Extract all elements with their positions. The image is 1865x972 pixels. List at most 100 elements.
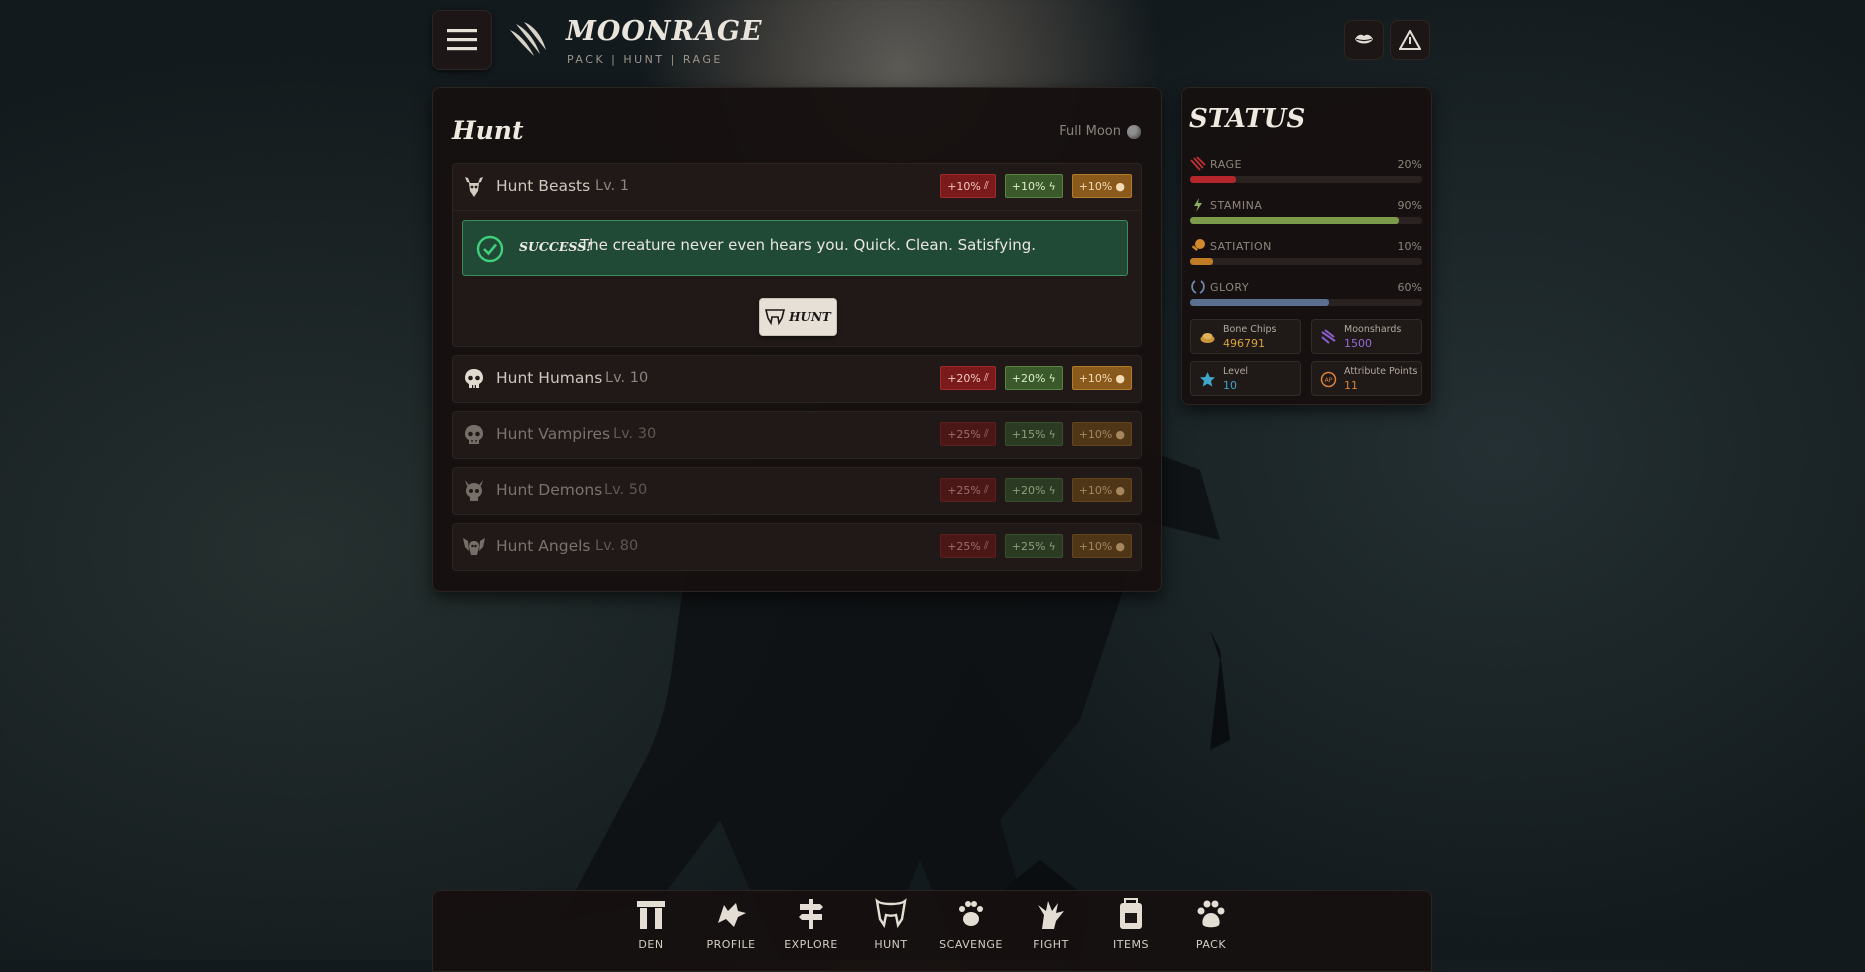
attribute-points-card[interactable]: AP Attribute Points 11 — [1311, 361, 1422, 396]
menu-button[interactable] — [432, 10, 492, 70]
stat-label: STAMINA — [1210, 199, 1263, 212]
nav-items[interactable]: ITEMS — [1096, 897, 1166, 957]
hunt-row-vampires[interactable]: Hunt Vampires Lv. 30 +25% ⫽ +15% ϟ +10% ● — [452, 411, 1142, 459]
bone-chips-card: Bone Chips 496791 — [1190, 319, 1301, 354]
stat-bar — [1190, 299, 1422, 306]
hunt-name: Hunt Humans — [496, 369, 603, 387]
vampire-skull-icon — [465, 425, 483, 444]
hunt-level: Lv. 30 — [613, 426, 657, 442]
skull-icon — [465, 369, 483, 388]
hunt-name: Hunt Demons — [496, 481, 603, 499]
alert-button[interactable] — [1390, 20, 1430, 60]
claw-slash-icon: ⫽ — [983, 371, 989, 384]
meat-icon: ● — [1115, 427, 1125, 441]
stat-bar-fill — [1190, 217, 1399, 224]
nav-explore[interactable]: EXPLORE — [776, 897, 846, 957]
lightning-icon: ϟ — [1048, 427, 1056, 441]
nav-label: EXPLORE — [784, 938, 838, 951]
satiation-badge: +10% ● — [1071, 422, 1132, 446]
hunt-name: Hunt Vampires — [496, 425, 611, 443]
hunt-rewards: +25% ⫽ +20% ϟ +10% ● — [940, 478, 1132, 502]
hunt-row-angels[interactable]: Hunt Angels Lv. 80 +25% ⫽ +25% ϟ +10% ● — [452, 523, 1142, 571]
backpack-icon — [1120, 898, 1142, 929]
nav-label: SCAVENGE — [939, 938, 1003, 951]
stat-value: 10% — [1397, 240, 1422, 253]
stat-bar-fill — [1190, 299, 1330, 306]
fangs-icon — [765, 309, 786, 325]
result-message: The creature never even hears you. Quick… — [580, 236, 1037, 254]
moonshard-icon — [1321, 329, 1336, 344]
hunt-result-banner: SUCCESS! The creature never even hears y… — [462, 220, 1128, 276]
hunt-rewards: +25% ⫽ +25% ϟ +10% ● — [940, 534, 1132, 558]
satiation-badge: +10% ● — [1071, 534, 1132, 558]
lightning-icon: ϟ — [1048, 371, 1056, 385]
hunt-button[interactable]: HUNT — [759, 298, 837, 336]
hunt-row-demons[interactable]: Hunt Demons Lv. 50 +25% ⫽ +20% ϟ +10% ● — [452, 467, 1142, 515]
moon-phase-indicator: Full Moon — [1059, 124, 1141, 139]
resource-label: Attribute Points — [1344, 366, 1418, 377]
check-circle-icon — [476, 235, 504, 263]
top-bar: MOONRAGE PACK | HUNT | RAGE — [432, 10, 1430, 70]
lips-icon — [1355, 34, 1373, 44]
rage-badge: +25% ⫽ — [940, 478, 996, 502]
nav-den[interactable]: DEN — [616, 897, 686, 957]
rage-badge: +25% ⫽ — [940, 422, 996, 446]
nav-hunt[interactable]: HUNT — [856, 897, 926, 957]
nav-profile[interactable]: PROFILE — [696, 897, 766, 957]
satiation-badge: +10% ● — [1071, 478, 1132, 502]
stat-value: 60% — [1397, 281, 1422, 294]
angel-wings-icon — [463, 538, 485, 555]
stag-skull-icon — [465, 177, 483, 197]
satiation-badge: +10% ● — [1071, 366, 1132, 390]
nav-label: DEN — [638, 938, 664, 951]
claw-slash-icon: ⫽ — [983, 179, 989, 192]
laurel-icon — [1191, 280, 1205, 294]
nav-label: ITEMS — [1113, 938, 1149, 951]
meat-icon: ● — [1115, 371, 1125, 385]
stamina-badge: +20% ϟ — [1004, 366, 1063, 390]
paw-scratch-icon — [959, 901, 983, 926]
nav-pack[interactable]: PACK — [1176, 897, 1246, 957]
dolmen-icon — [637, 901, 665, 929]
nav-label: HUNT — [874, 938, 908, 951]
hunt-level: Lv. 80 — [595, 538, 639, 554]
satiation-badge: +10% ● — [1071, 174, 1132, 198]
kiss-button[interactable] — [1344, 20, 1384, 60]
bone-chips-icon — [1200, 333, 1215, 343]
stat-bar-fill — [1190, 176, 1237, 183]
stat-label: RAGE — [1210, 158, 1243, 171]
nav-label: FIGHT — [1033, 938, 1069, 951]
stat-bar — [1190, 217, 1422, 224]
meat-icon: ● — [1115, 539, 1125, 553]
meat-icon: ● — [1115, 179, 1125, 193]
resource-value: 496791 — [1223, 337, 1265, 350]
stamina-badge: +10% ϟ — [1004, 174, 1063, 198]
signpost-icon — [799, 899, 823, 929]
ap-icon: AP — [1320, 371, 1337, 388]
row-divider — [453, 210, 1141, 211]
nav-fight[interactable]: FIGHT — [1016, 897, 1086, 957]
hunt-row-humans[interactable]: Hunt Humans Lv. 10 +20% ⫽ +20% ϟ +10% ● — [452, 355, 1142, 403]
hunt-level: Lv. 1 — [595, 178, 629, 194]
status-panel-title: STATUS — [1189, 104, 1306, 134]
hunt-level: Lv. 10 — [605, 370, 649, 386]
stat-bar — [1190, 176, 1422, 183]
stat-label: SATIATION — [1210, 240, 1272, 253]
nav-scavenge[interactable]: SCAVENGE — [936, 897, 1006, 957]
warning-icon — [1399, 30, 1421, 50]
wolf-head-icon — [718, 903, 746, 927]
resource-label: Bone Chips — [1223, 324, 1277, 335]
hunt-row-beasts[interactable]: Hunt Beasts Lv. 1 +10% ⫽ +10% ϟ +10% ● SUCC… — [452, 163, 1142, 347]
stat-bar-fill — [1190, 258, 1214, 265]
lightning-icon: ϟ — [1048, 539, 1056, 553]
stamina-badge: +25% ϟ — [1004, 534, 1063, 558]
full-moon-icon — [1127, 124, 1141, 139]
level-card: Level 10 — [1190, 361, 1301, 396]
resource-label: Level — [1223, 366, 1249, 377]
stat-value: 20% — [1397, 158, 1422, 171]
resource-value: 1500 — [1344, 337, 1372, 350]
hunt-rewards: +10% ⫽ +10% ϟ +10% ● — [940, 174, 1132, 198]
moonshards-card: Moonshards 1500 — [1311, 319, 1422, 354]
star-icon — [1200, 372, 1215, 387]
resource-value: 11 — [1344, 379, 1358, 392]
